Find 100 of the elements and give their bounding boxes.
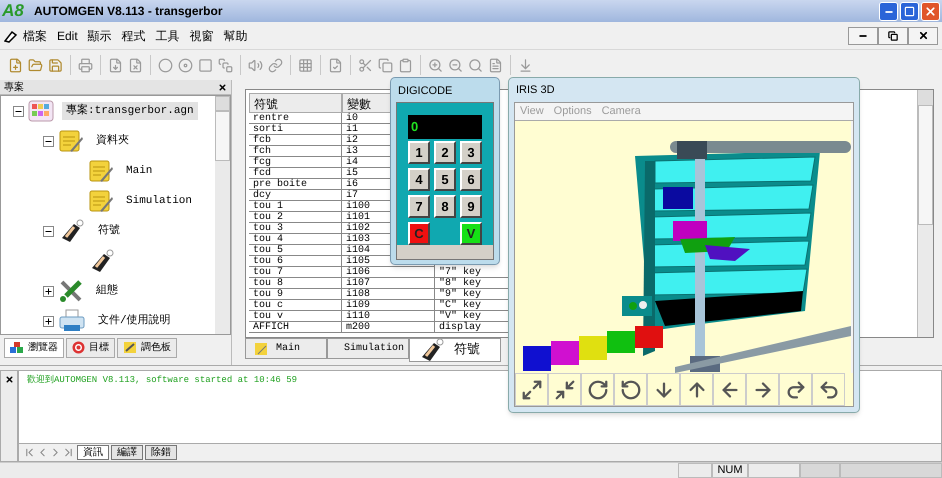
- table-cell: AFFICH: [249, 322, 342, 332]
- rotate-right-icon: [586, 378, 608, 400]
- keypad-key[interactable]: 2: [434, 141, 456, 164]
- keypad-key[interactable]: C: [408, 222, 430, 245]
- table-cell: tou 7: [249, 267, 342, 277]
- keypad-key[interactable]: 8: [434, 195, 456, 218]
- table-cell: dcy: [249, 190, 342, 200]
- zoom-in-icon[interactable]: [428, 58, 443, 72]
- disc-icon[interactable]: [178, 58, 193, 72]
- status-bar-panel: [748, 463, 800, 478]
- menu-item[interactable]: 檔案: [18, 26, 52, 44]
- window-title: AUTOMGEN V8.113 - transgerbor: [34, 3, 222, 20]
- menu-item[interactable]: 工具: [150, 26, 185, 44]
- page-icon[interactable]: [488, 58, 503, 72]
- view-control-button[interactable]: [680, 373, 713, 406]
- collapse-toggle[interactable]: [43, 136, 54, 146]
- column-header[interactable]: 符號: [249, 93, 342, 113]
- table-cell: i110: [342, 311, 435, 321]
- view-control-button[interactable]: [713, 373, 746, 406]
- tree-item[interactable]: 符號: [94, 222, 124, 240]
- close-icon: [918, 30, 928, 41]
- minimize-button[interactable]: [879, 2, 898, 20]
- table-cell: fcd: [249, 168, 342, 178]
- mdi-close-button[interactable]: [908, 26, 938, 44]
- target-icon: [72, 341, 85, 354]
- menu-item[interactable]: 幫助: [218, 26, 253, 44]
- table-cell: tou 1: [249, 201, 342, 211]
- keypad-key[interactable]: 7: [408, 195, 430, 218]
- view-control-button[interactable]: [779, 373, 812, 406]
- remove-file-icon[interactable]: [128, 58, 143, 72]
- table-cell: fcb: [249, 135, 342, 145]
- folder-icon[interactable]: [28, 58, 43, 72]
- message-tab[interactable]: 除錯: [145, 445, 177, 460]
- tree-item[interactable]: Simulation: [122, 192, 196, 210]
- expand-toggle[interactable]: [43, 286, 54, 296]
- keypad-key[interactable]: 3: [460, 141, 482, 164]
- print-icon[interactable]: [78, 58, 93, 72]
- close-icon[interactable]: [218, 82, 227, 92]
- menu-item[interactable]: 程式: [116, 26, 151, 44]
- tree-item[interactable]: 資料夾: [92, 132, 133, 150]
- tree-item[interactable]: 專案:transgerbor.agn: [62, 102, 198, 120]
- document-tab[interactable]: Simulation: [327, 338, 409, 359]
- view-control-button[interactable]: [515, 373, 548, 406]
- keypad-key[interactable]: V: [460, 222, 482, 245]
- view-control-button[interactable]: [746, 373, 779, 406]
- close-icon[interactable]: [4, 375, 14, 384]
- rotate-left-icon: [620, 378, 642, 400]
- keypad-key[interactable]: 4: [408, 168, 430, 191]
- import-icon[interactable]: [108, 58, 123, 72]
- mdi-minimize-button[interactable]: [848, 26, 878, 44]
- tree-item[interactable]: 文件/使用說明: [94, 312, 175, 330]
- maximize-button[interactable]: [900, 2, 919, 20]
- copy-icon[interactable]: [378, 58, 393, 72]
- speaker-icon[interactable]: [248, 58, 263, 72]
- keypad-key[interactable]: 1: [408, 141, 430, 164]
- collapse-toggle[interactable]: [13, 106, 24, 116]
- file-check-icon[interactable]: [328, 58, 343, 72]
- grid-icon[interactable]: [298, 58, 313, 72]
- document-tab[interactable]: 符號: [409, 338, 501, 362]
- message-tab[interactable]: 資訊: [77, 445, 109, 460]
- link-icon[interactable]: [268, 58, 283, 72]
- panel-tab[interactable]: 瀏覽器: [4, 338, 64, 358]
- square-icon[interactable]: [198, 58, 213, 72]
- keypad-key[interactable]: 9: [460, 195, 482, 218]
- view-control-button[interactable]: [581, 373, 614, 406]
- scrollbar[interactable]: [215, 96, 230, 334]
- circle-icon[interactable]: [158, 58, 173, 72]
- menu-item[interactable]: 顯示: [82, 26, 117, 44]
- menu-item[interactable]: 視窗: [184, 26, 219, 44]
- save-icon[interactable]: [48, 58, 63, 72]
- view-control-button[interactable]: [548, 373, 581, 406]
- scrollbar[interactable]: [917, 90, 933, 337]
- view-control-button[interactable]: [812, 373, 845, 406]
- table-cell: tou c: [249, 300, 342, 310]
- notepad-icon: [88, 158, 114, 184]
- document-tab[interactable]: Main: [245, 338, 327, 359]
- paste-icon[interactable]: [398, 58, 413, 72]
- mdi-restore-button[interactable]: [878, 26, 908, 44]
- menu-item[interactable]: Edit: [52, 26, 83, 44]
- collapse-toggle[interactable]: [43, 226, 54, 236]
- notepad-icon: [58, 128, 84, 154]
- stack-icon[interactable]: [218, 58, 233, 72]
- app-logo: A8: [0, 0, 25, 22]
- download-icon[interactable]: [518, 58, 533, 72]
- tree-item[interactable]: Main: [122, 162, 156, 180]
- cut-icon[interactable]: [358, 58, 373, 72]
- message-tab[interactable]: 編譯: [111, 445, 143, 460]
- zoom-out-icon[interactable]: [448, 58, 463, 72]
- panel-tab[interactable]: 目標: [66, 338, 115, 358]
- view-control-button[interactable]: [614, 373, 647, 406]
- search-icon[interactable]: [468, 58, 483, 72]
- last-page-icon[interactable]: [62, 446, 75, 459]
- keypad-key[interactable]: 6: [460, 168, 482, 191]
- panel-tab[interactable]: 調色板: [117, 338, 177, 358]
- tree-item[interactable]: 組態: [92, 282, 122, 300]
- keypad-key[interactable]: 5: [434, 168, 456, 191]
- new-file-icon[interactable]: [8, 58, 23, 72]
- expand-toggle[interactable]: [43, 316, 54, 326]
- view-control-button[interactable]: [647, 373, 680, 406]
- close-button[interactable]: [921, 2, 940, 20]
